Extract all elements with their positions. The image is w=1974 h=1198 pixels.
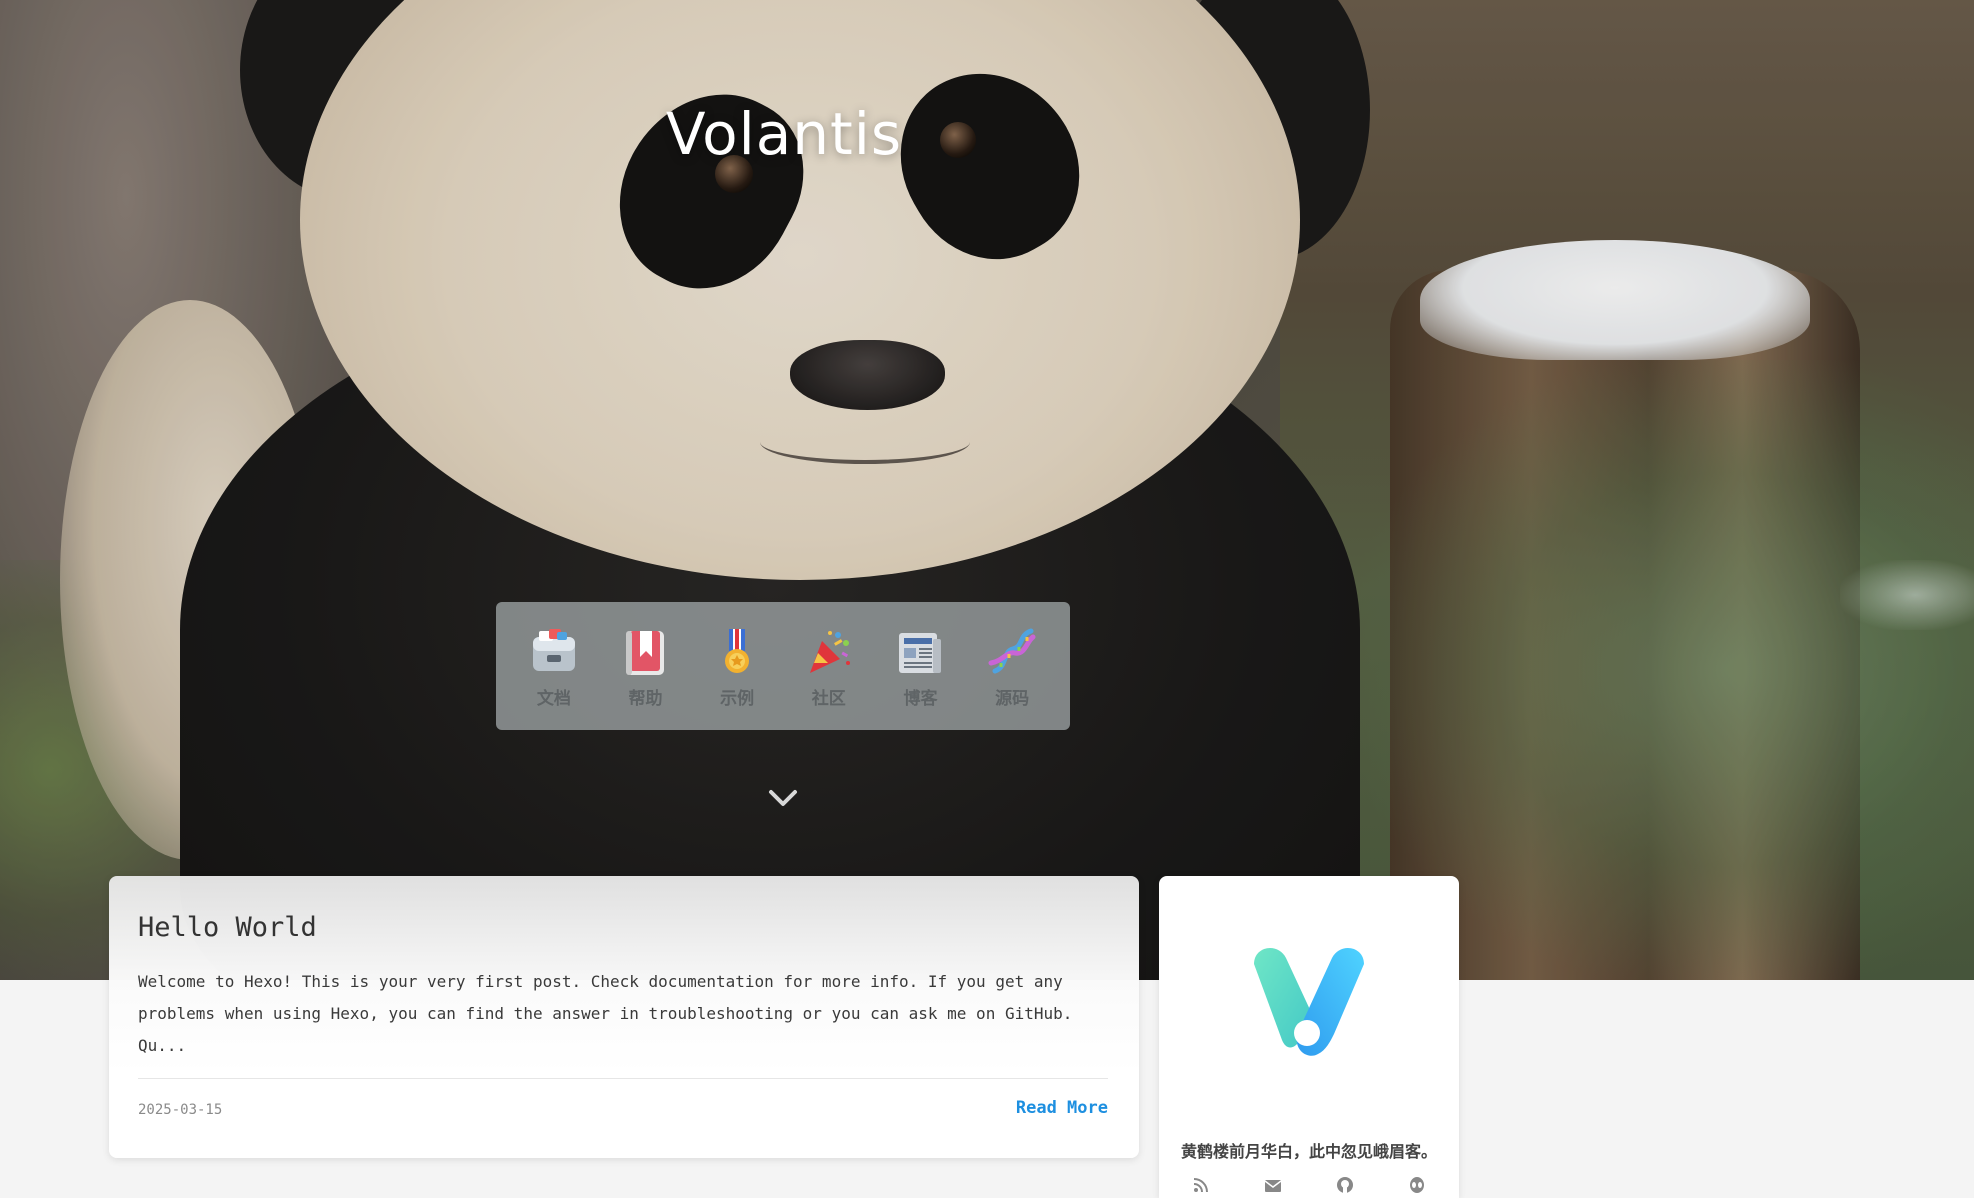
post-card: Hello World Welcome to Hexo! This is you… [109,876,1139,1158]
email-icon[interactable] [1263,1176,1283,1196]
menu-item-source[interactable]: 源码 [970,624,1054,709]
rss-icon[interactable] [1191,1176,1211,1196]
post-divider [138,1078,1108,1079]
menu-item-label: 博客 [903,688,938,709]
author-card: 黄鹤楼前月华白，此中忽见峨眉客。 [1159,876,1459,1198]
post-title[interactable]: Hello World [138,912,317,943]
menu-item-label: 源码 [995,688,1030,709]
menu-item-label: 示例 [720,688,755,709]
hero-banner: Volantis 文档 帮助 示例 社区 博客 源码 [0,0,1974,980]
hero-menu: 文档 帮助 示例 社区 博客 源码 [496,602,1070,730]
file-cabinet-icon [526,624,582,680]
site-title: Volantis [665,100,903,168]
author-motto: 黄鹤楼前月华白，此中忽见峨眉客。 [1180,1142,1437,1161]
party-popper-icon [801,624,857,680]
newspaper-icon [892,624,948,680]
menu-item-label: 帮助 [628,688,663,709]
scroll-down-chevron-icon[interactable] [767,786,799,810]
menu-item-docs[interactable]: 文档 [512,624,596,709]
post-excerpt: Welcome to Hexo! This is your very first… [138,972,1073,1055]
menu-item-help[interactable]: 帮助 [603,624,687,709]
menu-item-examples[interactable]: 示例 [695,624,779,709]
menu-item-blog[interactable]: 博客 [878,624,962,709]
menu-item-label: 社区 [811,688,846,709]
read-more-link[interactable]: Read More [1016,1098,1108,1118]
social-links [1159,1176,1459,1198]
bookmark-book-icon [617,624,673,680]
menu-item-community[interactable]: 社区 [787,624,871,709]
alien-icon[interactable] [1407,1176,1427,1196]
dna-icon [984,624,1040,680]
medal-icon [709,624,765,680]
menu-item-label: 文档 [536,688,571,709]
volantis-logo [1246,940,1372,1060]
post-date: 2025-03-15 [138,1102,223,1118]
github-icon[interactable] [1335,1176,1355,1196]
